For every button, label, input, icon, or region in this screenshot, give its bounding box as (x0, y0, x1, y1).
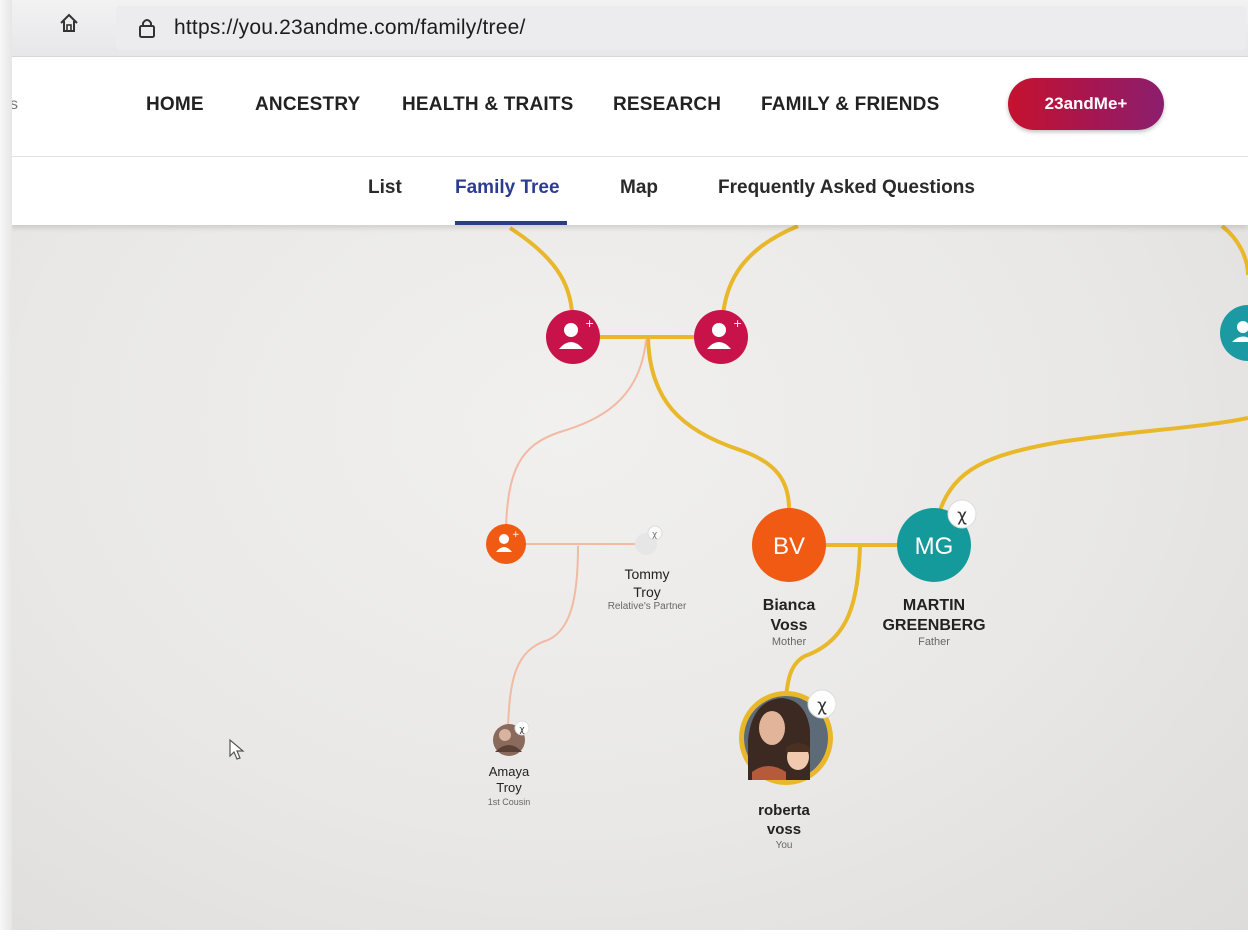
nav-research[interactable]: RESEARCH (613, 94, 721, 116)
tree-line-to-aunt (505, 339, 647, 529)
roberta-voss-label: roberta voss You (734, 802, 834, 852)
monitor-bezel-left (0, 0, 12, 940)
bianca-relation: Mother (771, 636, 807, 648)
tab-faq[interactable]: Frequently Asked Questions (718, 177, 975, 199)
nav-ancestry[interactable]: ANCESTRY (255, 94, 360, 116)
roberta-relation: You (775, 839, 793, 851)
site-header: s HOME ANCESTRY HEALTH & TRAITS RESEARCH… (0, 56, 1248, 157)
martin-greenberg-node[interactable]: MG χ (897, 499, 977, 582)
mouse-cursor-icon (229, 738, 245, 760)
amaya-first-name: Amaya (488, 764, 530, 779)
23andme-plus-button[interactable]: 23andMe+ (1008, 78, 1164, 130)
svg-text:χ: χ (957, 506, 967, 526)
svg-text:MG: MG (915, 533, 954, 560)
amaya-troy-node[interactable]: χ (493, 720, 530, 756)
amaya-relation: 1st Cousin (487, 796, 531, 807)
tommy-last-name: Troy (633, 583, 661, 600)
nav-health-traits[interactable]: HEALTH & TRAITS (402, 94, 574, 116)
monitor-bezel-bottom (0, 930, 1248, 940)
tab-list[interactable]: List (368, 177, 402, 199)
nav-home[interactable]: HOME (146, 94, 204, 116)
tree-line-martin-up (938, 416, 1248, 511)
roberta-first-name: roberta (758, 802, 810, 819)
add-relative-teal-button[interactable] (1220, 305, 1248, 361)
tree-line-to-bianca (646, 337, 792, 513)
address-bar[interactable]: https://you.23andme.com/family/tree/ (116, 6, 1246, 50)
martin-greenberg-label: MARTIN GREENBERG Father (859, 596, 1009, 650)
svg-text:BV: BV (773, 533, 805, 560)
martin-last-name: GREENBERG (882, 617, 986, 634)
tab-map[interactable]: Map (620, 177, 658, 199)
add-grandfather-button[interactable]: + (694, 310, 748, 364)
lock-icon (139, 19, 155, 38)
bianca-voss-label: Bianca Voss Mother (734, 596, 844, 650)
martin-first-name: MARTIN (902, 597, 966, 614)
svg-text:+: + (512, 530, 520, 540)
nav-family-friends[interactable]: FAMILY & FRIENDS (761, 94, 939, 116)
tommy-relation: Relative's Partner (607, 601, 687, 612)
active-tab-indicator (455, 221, 567, 225)
bianca-voss-node[interactable]: BV (752, 508, 826, 582)
screen-photo: + + + χ BV MG χ χ χ Tommy Troy Relative'… (0, 0, 1248, 940)
bianca-first-name: Bianca (762, 597, 816, 614)
browser-toolbar: ) https://you.23andme.com/family/tree/ (0, 0, 1248, 57)
amaya-troy-label: Amaya Troy 1st Cousin (466, 764, 552, 808)
svg-text:χ: χ (817, 696, 827, 716)
svg-text:+: + (585, 317, 594, 330)
add-grandmother-button[interactable]: + (546, 310, 600, 364)
add-aunt-button[interactable]: + (486, 524, 526, 564)
svg-text:+: + (733, 317, 742, 330)
svg-text:χ: χ (519, 725, 524, 735)
home-icon[interactable] (58, 12, 80, 34)
amaya-last-name: Troy (496, 780, 522, 796)
martin-relation: Father (918, 636, 950, 648)
bianca-last-name: Voss (770, 617, 808, 634)
url-text: https://you.23andme.com/family/tree/ (174, 16, 526, 39)
tab-family-tree[interactable]: Family Tree (455, 177, 560, 199)
tommy-troy-label: Tommy Troy Relative's Partner (590, 566, 704, 614)
tommy-first-name: Tommy (624, 566, 670, 582)
sub-navigation: List Family Tree Map Frequently Asked Qu… (10, 157, 1248, 225)
svg-text:χ: χ (652, 530, 657, 540)
tree-line-to-amaya (507, 545, 579, 727)
roberta-last-name: voss (766, 820, 802, 838)
tree-line-right-up (1220, 224, 1248, 276)
roberta-voss-node[interactable]: χ (739, 689, 837, 785)
tommy-troy-node[interactable]: χ (635, 525, 663, 555)
